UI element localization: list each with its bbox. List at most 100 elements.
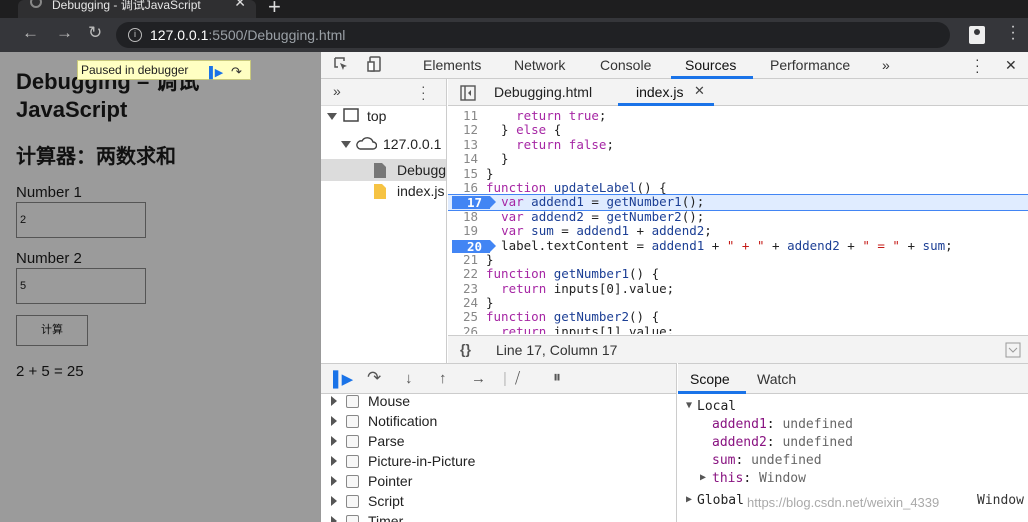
code-lines[interactable]: 11 return true; 12 } else {13 return fals… bbox=[448, 109, 1028, 334]
event-breakpoint-item[interactable]: Parse bbox=[331, 433, 405, 449]
event-checkbox[interactable] bbox=[346, 415, 359, 428]
step-out-icon[interactable]: ↑ bbox=[439, 370, 447, 387]
step-over-icon[interactable]: ↷ bbox=[367, 368, 381, 388]
tree-item-top[interactable]: top bbox=[367, 108, 386, 124]
code-line[interactable]: 21} bbox=[448, 252, 1028, 267]
event-breakpoint-item[interactable]: Timer bbox=[331, 513, 403, 522]
step-over-icon[interactable]: ↷ bbox=[231, 63, 242, 81]
pause-on-exceptions-icon[interactable]: ⏸ bbox=[553, 369, 561, 387]
line-number[interactable]: 19 bbox=[448, 223, 486, 238]
tree-item-index-js[interactable]: index.js bbox=[397, 183, 446, 199]
collapse-arrow-icon[interactable]: ▼ bbox=[686, 400, 692, 411]
navigator-menu-icon[interactable]: · · · bbox=[421, 79, 426, 105]
line-number[interactable]: 11 bbox=[448, 109, 486, 123]
code-line[interactable]: 19 var sum = addend1 + addend2; bbox=[448, 223, 1028, 238]
step-into-icon[interactable]: ↓ bbox=[405, 370, 413, 387]
line-number[interactable]: 22 bbox=[448, 266, 486, 281]
line-number[interactable]: 24 bbox=[448, 295, 486, 310]
calculate-button[interactable]: 计算 bbox=[16, 315, 88, 346]
scope-variable[interactable]: addend1: undefined bbox=[712, 417, 853, 432]
line-number[interactable]: 23 bbox=[448, 281, 486, 296]
line-number[interactable]: 15 bbox=[448, 166, 486, 181]
scope-variable[interactable]: ▶ this: Window bbox=[700, 471, 806, 486]
tab-sources[interactable]: Sources bbox=[685, 57, 736, 73]
line-number[interactable]: 26 bbox=[448, 324, 486, 334]
breakpoint-marker[interactable]: 20 bbox=[452, 239, 496, 253]
scope-global-label[interactable]: Global bbox=[697, 493, 744, 508]
line-number[interactable]: 25 bbox=[448, 310, 486, 325]
deactivate-breakpoints-icon[interactable]: ⧸ bbox=[515, 370, 520, 387]
scope-variable[interactable]: addend2: undefined bbox=[712, 435, 853, 450]
tree-item-host[interactable]: 127.0.0.1 bbox=[383, 136, 445, 152]
code-line[interactable]: 2020 label.textContent = addend1 + " + "… bbox=[448, 238, 1028, 253]
close-devtools-icon[interactable]: ✕ bbox=[1005, 57, 1017, 74]
editor-tab-debugging-html[interactable]: Debugging.html bbox=[494, 84, 592, 100]
expand-arrow-icon[interactable] bbox=[331, 396, 337, 406]
event-checkbox[interactable] bbox=[346, 515, 359, 522]
expand-arrow-icon[interactable] bbox=[331, 476, 337, 486]
close-tab-icon[interactable]: ✕ bbox=[234, 0, 246, 9]
inspect-element-icon[interactable] bbox=[333, 56, 349, 72]
browser-tab[interactable]: Debugging - 调试JavaScript ✕ bbox=[18, 0, 256, 18]
forward-arrow-icon[interactable]: → bbox=[56, 23, 73, 43]
expand-arrow-icon[interactable]: ▶ bbox=[700, 472, 706, 483]
more-tabs-icon[interactable]: » bbox=[882, 57, 890, 73]
code-line[interactable]: 11 return true; bbox=[448, 109, 1028, 123]
code-line[interactable]: 18 var addend2 = getNumber2(); bbox=[448, 209, 1028, 224]
reload-icon[interactable]: ↻ bbox=[88, 23, 102, 43]
expand-arrow-icon[interactable] bbox=[331, 496, 337, 506]
pretty-print-icon[interactable]: {} bbox=[460, 341, 471, 357]
code-line[interactable]: 12 } else { bbox=[448, 122, 1028, 137]
code-line[interactable]: 22 function getNumber1() { bbox=[448, 266, 1028, 281]
expand-arrow-icon[interactable]: ▶ bbox=[686, 494, 692, 505]
expand-arrow-icon[interactable] bbox=[341, 141, 351, 148]
code-line[interactable]: 24} bbox=[448, 295, 1028, 310]
clipboard-profile-icon[interactable] bbox=[969, 26, 985, 44]
tab-scope[interactable]: Scope bbox=[690, 371, 730, 387]
number1-input[interactable]: 2 bbox=[16, 202, 146, 238]
event-breakpoint-item[interactable]: Script bbox=[331, 493, 404, 509]
line-number[interactable]: 21 bbox=[448, 252, 486, 267]
tab-performance[interactable]: Performance bbox=[770, 57, 850, 73]
tab-network[interactable]: Network bbox=[514, 57, 565, 73]
event-checkbox[interactable] bbox=[346, 435, 359, 448]
resume-icon[interactable]: ▌▶ bbox=[333, 370, 353, 388]
number2-input[interactable]: 5 bbox=[16, 268, 146, 304]
step-icon[interactable]: → bbox=[471, 370, 486, 387]
line-number[interactable]: 16 bbox=[448, 180, 486, 195]
tab-watch[interactable]: Watch bbox=[757, 371, 796, 387]
code-line[interactable]: 25 function getNumber2() { bbox=[448, 310, 1028, 325]
event-breakpoint-item[interactable]: Pointer bbox=[331, 473, 412, 489]
tab-console[interactable]: Console bbox=[600, 57, 651, 73]
scope-local-label[interactable]: Local bbox=[697, 399, 736, 414]
event-checkbox[interactable] bbox=[346, 475, 359, 488]
close-file-icon[interactable]: ✕ bbox=[694, 83, 705, 99]
toggle-navigator-icon[interactable] bbox=[460, 85, 476, 101]
expand-arrow-icon[interactable] bbox=[331, 456, 337, 466]
line-number[interactable]: 13 bbox=[448, 137, 486, 152]
code-line[interactable]: 26 return inputs[1].value; bbox=[448, 324, 1028, 334]
navigator-more-icon[interactable]: » bbox=[333, 83, 341, 99]
line-number[interactable]: 12 bbox=[448, 122, 486, 137]
event-checkbox[interactable] bbox=[346, 495, 359, 508]
line-number[interactable]: 14 bbox=[448, 151, 486, 166]
editor-tab-index-js[interactable]: index.js bbox=[636, 84, 683, 100]
expand-arrow-icon[interactable] bbox=[331, 516, 337, 522]
info-icon[interactable]: i bbox=[128, 28, 142, 42]
event-checkbox[interactable] bbox=[346, 395, 359, 408]
code-line[interactable]: 13 return false; bbox=[448, 137, 1028, 152]
address-bar[interactable]: i 127.0.0.1:5500/Debugging.html bbox=[116, 22, 950, 48]
code-line[interactable]: 23 return inputs[0].value; bbox=[448, 281, 1028, 296]
event-checkbox[interactable] bbox=[346, 455, 359, 468]
event-breakpoint-item[interactable]: Picture-in-Picture bbox=[331, 453, 475, 469]
scope-variable[interactable]: sum: undefined bbox=[712, 453, 822, 468]
resume-icon[interactable]: ▌▶ bbox=[209, 64, 223, 82]
code-line[interactable]: 14 } bbox=[448, 151, 1028, 166]
event-breakpoint-item[interactable]: Mouse bbox=[331, 393, 410, 409]
chrome-menu-icon[interactable]: · · · bbox=[1008, 19, 1018, 47]
devtools-menu-icon[interactable]: · · · bbox=[975, 52, 980, 78]
breakpoint-marker[interactable]: 17 bbox=[452, 196, 496, 210]
expand-arrow-icon[interactable] bbox=[331, 416, 337, 426]
device-toolbar-icon[interactable] bbox=[367, 56, 383, 72]
code-line[interactable]: 15} bbox=[448, 166, 1028, 181]
